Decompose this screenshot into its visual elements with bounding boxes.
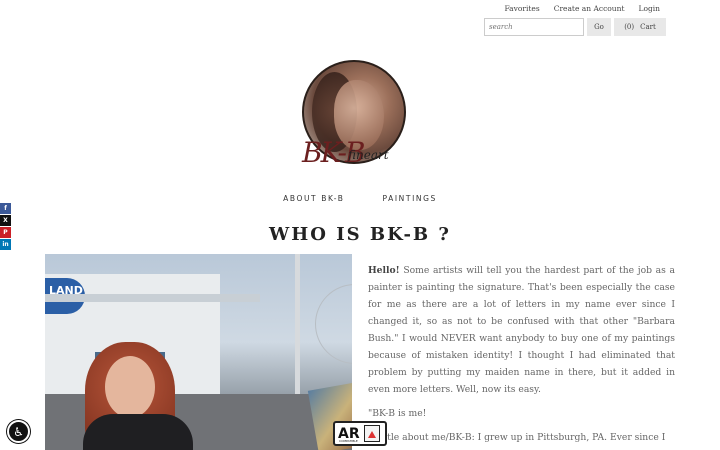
page-title: WHO IS BK-B ? (269, 224, 451, 245)
top-account-nav: Favorites Create an Account Login (504, 4, 660, 13)
logo-wordmark: fineart (348, 148, 389, 162)
article-paragraph-3: A little about me/BK-B: I grew up in Pit… (368, 432, 666, 443)
facebook-icon[interactable]: f (0, 203, 11, 214)
ar-compatible-badge[interactable]: AR COMPATIBLE (333, 421, 387, 446)
photo-ferris-wheel (315, 284, 352, 364)
nav-about[interactable]: ABOUT BK-B (283, 194, 344, 203)
about-article: Hello! Some artists will tell you the ha… (368, 262, 675, 450)
article-paragraph-1-body: Some artists will tell you the hardest p… (368, 265, 675, 395)
main-nav: ABOUT BK-B PAINTINGS (0, 194, 720, 203)
nav-paintings[interactable]: PAINTINGS (383, 194, 437, 203)
accessibility-icon[interactable]: ♿ (7, 420, 30, 443)
article-paragraph-2: "BK-B is me! (368, 408, 427, 419)
search-input[interactable] (484, 18, 584, 36)
login-link[interactable]: Login (638, 4, 660, 13)
site-logo[interactable]: BK-B fineart (300, 58, 428, 178)
artist-photo: LAND (45, 254, 352, 450)
favorites-link[interactable]: Favorites (504, 4, 539, 13)
article-paragraph-1: Hello! Some artists will tell you the ha… (368, 262, 675, 398)
search-bar: Go (0) Cart (484, 18, 666, 36)
cart-label: Cart (640, 23, 656, 31)
cart-count: (0) (624, 23, 635, 31)
ar-sub-label: COMPATIBLE (339, 439, 358, 443)
ar-picture-icon (363, 425, 380, 442)
create-account-link[interactable]: Create an Account (554, 4, 625, 13)
article-greeting: Hello! (368, 265, 400, 276)
search-go-button[interactable]: Go (587, 18, 611, 36)
cart-button[interactable]: (0) Cart (614, 18, 666, 36)
